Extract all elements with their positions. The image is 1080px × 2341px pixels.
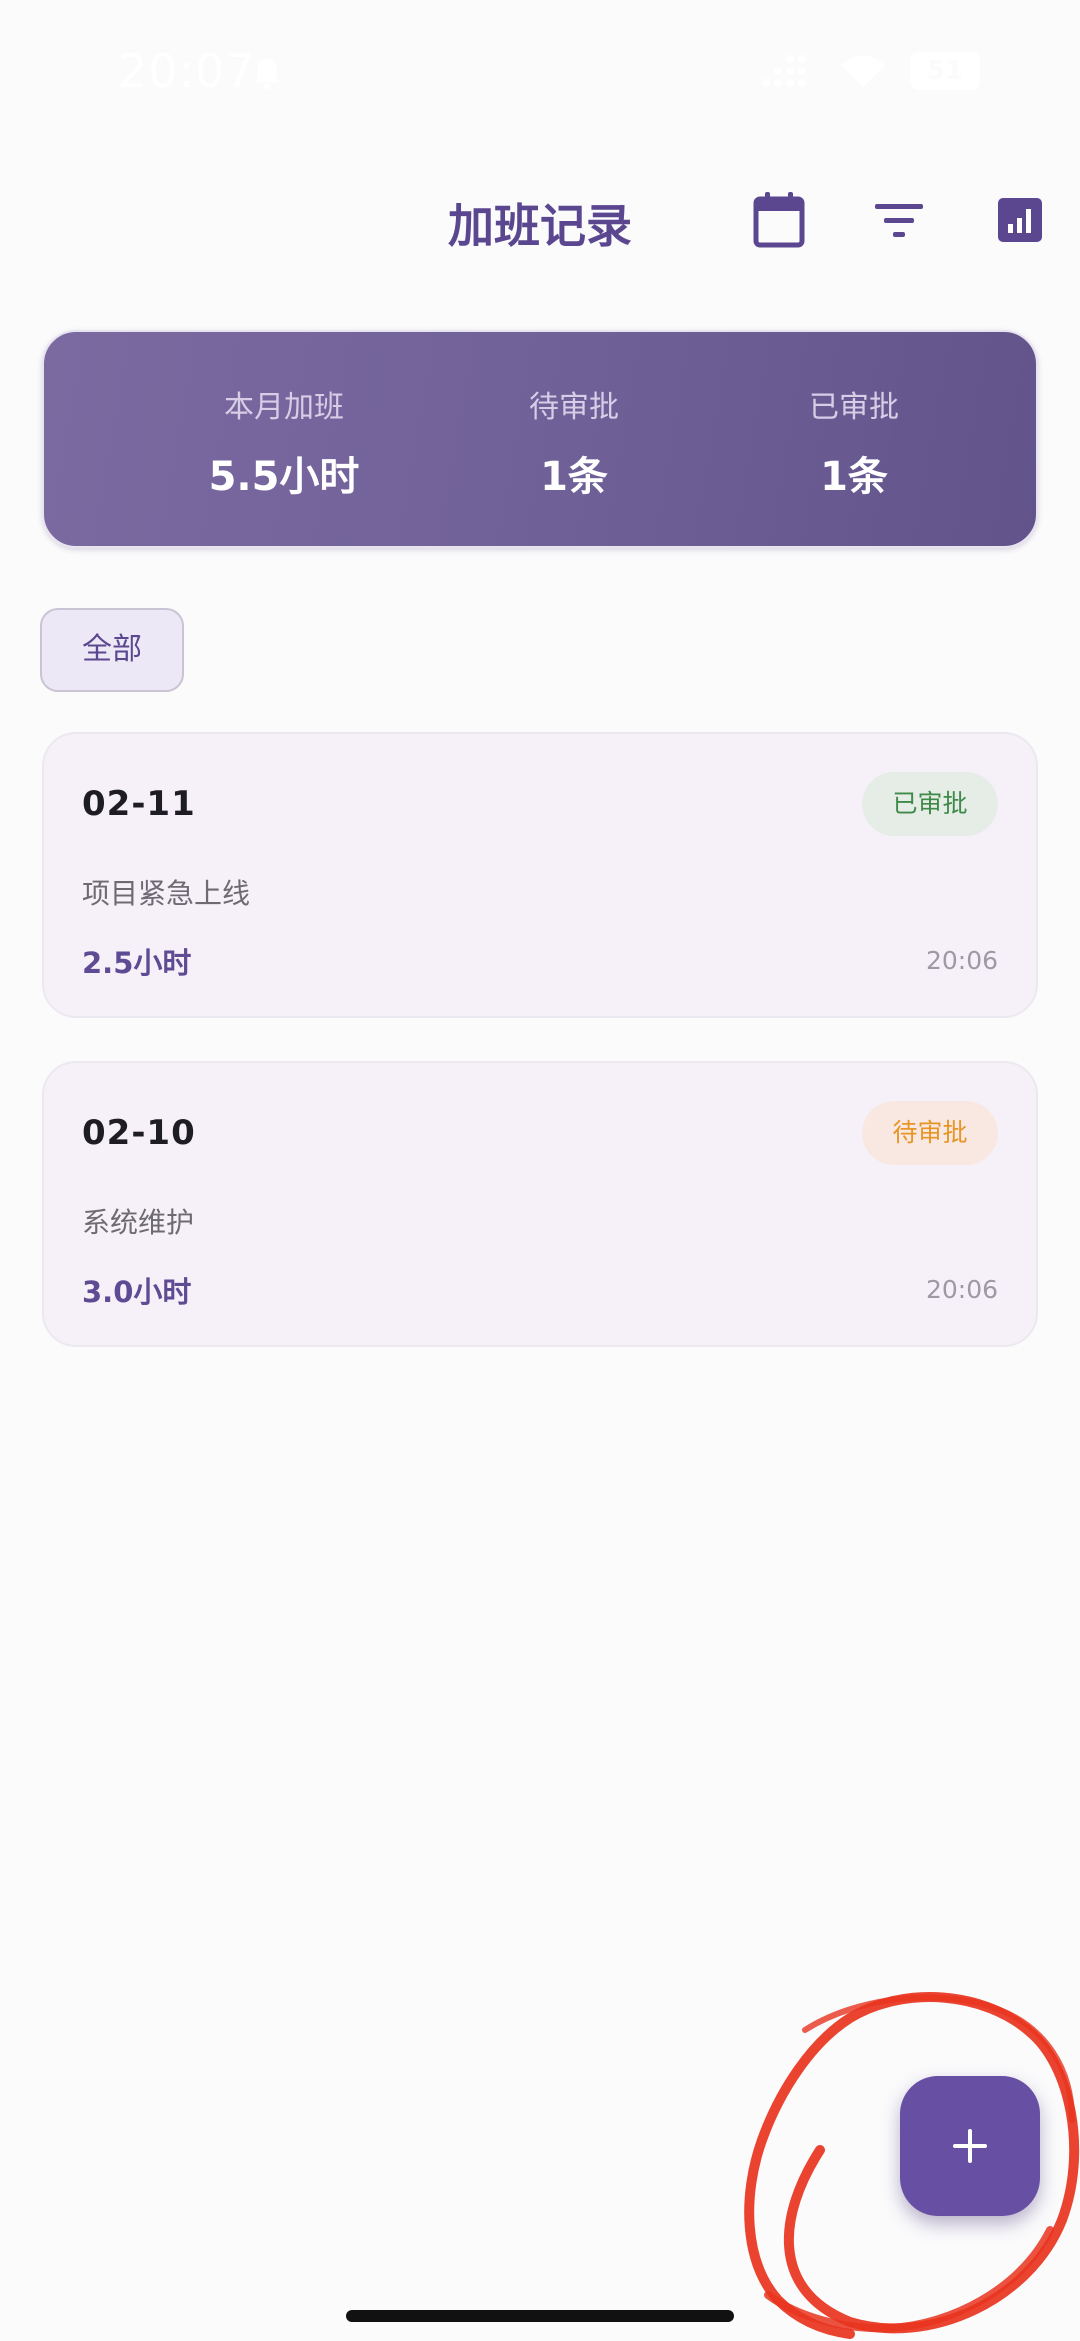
status-badge: 待审批 xyxy=(862,1101,998,1165)
pending-stat: 待审批 1条 xyxy=(434,332,714,550)
filter-icon xyxy=(875,204,923,237)
add-record-button[interactable] xyxy=(900,2076,1040,2216)
monthly-overtime-label: 本月加班 xyxy=(224,390,344,425)
app-header: 加班记录 xyxy=(0,160,1080,280)
record-hours: 3.0小时 xyxy=(82,1275,192,1309)
record-description: 系统维护 xyxy=(82,1206,195,1239)
calendar-button[interactable] xyxy=(747,188,811,252)
battery-indicator: 51 xyxy=(910,52,980,90)
approved-label: 已审批 xyxy=(809,390,899,425)
record-time: 20:06 xyxy=(925,946,998,975)
filter-chip-all[interactable]: 全部 xyxy=(40,608,184,692)
status-bar: 20:07 51 xyxy=(0,0,1080,140)
plus-icon xyxy=(953,2129,987,2163)
summary-card: 本月加班 5.5小时 待审批 1条 已审批 1条 xyxy=(42,330,1038,548)
record-time: 20:06 xyxy=(925,1275,998,1304)
wifi-icon xyxy=(841,55,885,87)
stats-chart-icon xyxy=(998,198,1042,242)
filter-button[interactable] xyxy=(867,188,931,252)
status-badge: 已审批 xyxy=(862,772,998,836)
record-card[interactable]: 02-10 待审批 系统维护 3.0小时 20:06 xyxy=(42,1061,1038,1347)
battery-level: 51 xyxy=(926,56,964,86)
monthly-overtime-value: 5.5小时 xyxy=(208,454,360,500)
app-screen: 20:07 51 加班记录 本月加班 5.5小时 待审批 1条 已审批 1条 全… xyxy=(0,0,1080,2341)
pending-value: 1条 xyxy=(540,454,608,500)
record-date: 02-10 xyxy=(82,1113,196,1153)
signal-icon xyxy=(762,55,806,87)
approved-value: 1条 xyxy=(820,454,888,500)
calendar-icon xyxy=(753,192,805,248)
record-description: 项目紧急上线 xyxy=(82,877,251,910)
page-title: 加班记录 xyxy=(448,199,632,253)
status-indicators: 51 xyxy=(760,52,980,90)
status-time: 20:07 xyxy=(118,44,256,98)
statistics-button[interactable] xyxy=(988,188,1052,252)
pending-label: 待审批 xyxy=(529,390,619,425)
record-hours: 2.5小时 xyxy=(82,946,192,980)
notification-bell-icon xyxy=(254,58,280,90)
monthly-overtime-stat: 本月加班 5.5小时 xyxy=(144,332,424,550)
home-indicator[interactable] xyxy=(346,2310,734,2322)
record-date: 02-11 xyxy=(82,784,196,824)
approved-stat: 已审批 1条 xyxy=(714,332,994,550)
record-card[interactable]: 02-11 已审批 项目紧急上线 2.5小时 20:06 xyxy=(42,732,1038,1018)
